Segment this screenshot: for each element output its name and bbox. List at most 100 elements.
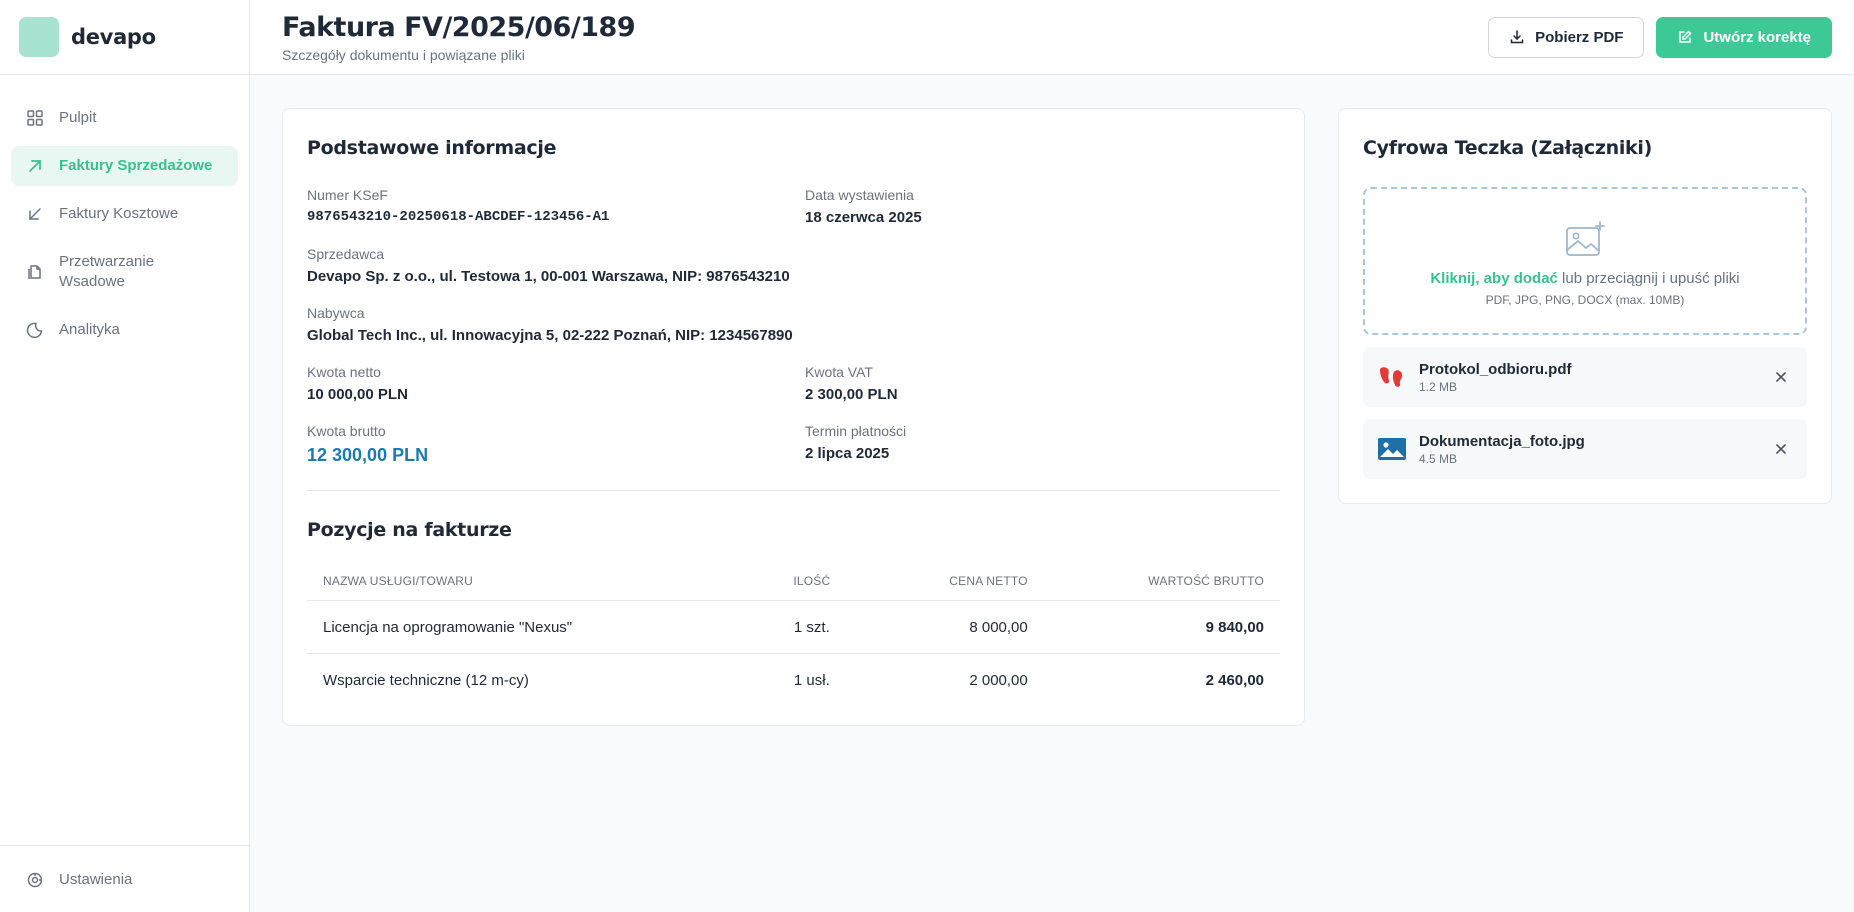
file-meta: Dokumentacja_foto.jpg 4.5 MB: [1419, 433, 1771, 466]
edit-icon: [1677, 29, 1693, 45]
due-date: 2 lipca 2025: [805, 445, 890, 462]
attachments-card: Cyfrowa Teczka (Załączniki) Kliknij, aby…: [1338, 108, 1832, 504]
sidebar-item-label: Faktury Kosztowe: [59, 205, 179, 222]
grid-icon: [26, 109, 44, 127]
column-header-net: Cena netto: [867, 565, 1044, 601]
field-vat: Kwota VAT 2 300,00 PLN: [805, 364, 1280, 403]
info-title: Podstawowe informacje: [307, 137, 557, 159]
chart-pie-icon: [26, 321, 44, 339]
brand[interactable]: devapo: [0, 0, 249, 75]
page-header: Faktura FV/2025/06/189 Szczegóły dokumen…: [250, 0, 1854, 75]
issue-date: 18 czerwca 2025: [805, 209, 922, 226]
sidebar-item-ustawienia[interactable]: Ustawienia: [11, 860, 238, 900]
field-net: Kwota netto 10 000,00 PLN: [307, 364, 805, 403]
table-row: Licencja na oprogramowanie "Nexus" 1 szt…: [307, 601, 1280, 654]
drop-text: Kliknij, aby dodać lub przeciągnij i upu…: [1430, 270, 1739, 287]
field-label: Numer KSeF: [307, 187, 388, 203]
field-label: Kwota netto: [307, 364, 381, 380]
field-label: Termin płatności: [805, 423, 907, 439]
invoice-info-card: Podstawowe informacje Numer KSeF 9876543…: [282, 108, 1305, 726]
file-name: Dokumentacja_foto.jpg: [1419, 432, 1585, 450]
download-icon: [1509, 29, 1525, 45]
brand-name: devapo: [71, 25, 156, 49]
remove-file-button[interactable]: [1771, 367, 1791, 387]
field-gross: Kwota brutto 12 300,00 PLN: [307, 423, 805, 466]
arrow-down-left-icon: [26, 205, 44, 223]
info-grid: Numer KSeF 9876543210-20250618-ABCDEF-12…: [307, 187, 1280, 466]
sidebar-item-label: Ustawienia: [59, 871, 133, 888]
create-correction-button[interactable]: Utwórz korektę: [1656, 16, 1832, 58]
item-name: Licencja na oprogramowanie "Nexus": [323, 618, 573, 636]
content: Podstawowe informacje Numer KSeF 9876543…: [250, 75, 1854, 726]
file-size: 4.5 MB: [1419, 451, 1458, 466]
field-seller: Sprzedawca Devapo Sp. z o.o., ul. Testow…: [307, 246, 1280, 285]
add-file-link[interactable]: Kliknij, aby dodać: [1430, 270, 1558, 287]
sidebar-item-faktury-kosztowe[interactable]: Faktury Kosztowe: [11, 194, 238, 234]
download-pdf-button[interactable]: Pobierz PDF: [1488, 16, 1645, 58]
items-title: Pozycje na fakturze: [307, 519, 512, 541]
file-size: 1.2 MB: [1419, 379, 1458, 394]
table-header-row: Nazwa usługi/towaru Ilość Cena netto War…: [307, 565, 1280, 601]
header-actions: Pobierz PDF Utwórz korektę: [1488, 16, 1832, 58]
field-label: Nabywca: [307, 305, 365, 321]
field-label: Kwota VAT: [805, 364, 873, 380]
vat-amount: 2 300,00 PLN: [805, 386, 898, 403]
file-name: Protokol_odbioru.pdf: [1419, 360, 1572, 378]
column-header-gross: Wartość brutto: [1043, 565, 1280, 601]
field-due-date: Termin płatności 2 lipca 2025: [805, 423, 1280, 466]
attachments-title: Cyfrowa Teczka (Załączniki): [1363, 137, 1652, 159]
item-qty: 1 usł.: [756, 653, 868, 707]
file-meta: Protokol_odbioru.pdf 1.2 MB: [1419, 361, 1771, 394]
divider: [307, 490, 1280, 491]
image-add-icon: [1564, 220, 1606, 258]
seller-value: Devapo Sp. z o.o., ul. Testowa 1, 00-001…: [307, 268, 790, 285]
page-subtitle: Szczegóły dokumentu i powiązane pliki: [282, 46, 525, 63]
drop-instruction: lub przeciągnij i upuść pliki: [1557, 269, 1740, 287]
pdf-icon: [1377, 364, 1407, 390]
title-block: Faktura FV/2025/06/189 Szczegóły dokumen…: [282, 11, 636, 63]
image-icon: [1377, 436, 1407, 462]
app-root: devapo Pulpit Faktury Sprzedażowe Faktur…: [0, 0, 1854, 912]
table-row: Wsparcie techniczne (12 m-cy) 1 usł. 2 0…: [307, 653, 1280, 707]
sidebar: devapo Pulpit Faktury Sprzedażowe Faktur…: [0, 0, 250, 912]
create-correction-label: Utwórz korektę: [1703, 28, 1811, 46]
field-issue-date: Data wystawienia 18 czerwca 2025: [805, 187, 1280, 226]
column-header-name: Nazwa usługi/towaru: [307, 565, 757, 601]
sidebar-footer: Ustawienia: [0, 845, 249, 912]
main: Faktura FV/2025/06/189 Szczegóły dokumen…: [250, 0, 1854, 912]
sidebar-nav: Pulpit Faktury Sprzedażowe Faktury Koszt…: [0, 75, 249, 845]
file-item[interactable]: Protokol_odbioru.pdf 1.2 MB: [1363, 347, 1807, 407]
item-name: Wsparcie techniczne (12 m-cy): [307, 653, 757, 707]
sidebar-item-label: Pulpit: [59, 109, 97, 126]
field-buyer: Nabywca Global Tech Inc., ul. Innowacyjn…: [307, 305, 1280, 344]
sidebar-item-analityka[interactable]: Analityka: [11, 310, 238, 350]
field-label: Data wystawienia: [805, 187, 914, 203]
buyer-value: Global Tech Inc., ul. Innowacyjna 5, 02-…: [307, 327, 793, 344]
sidebar-item-label: Faktury Sprzedażowe: [59, 157, 213, 174]
files-icon: [26, 263, 44, 281]
item-gross: 9 840,00: [1205, 618, 1264, 636]
field-ksef: Numer KSeF 9876543210-20250618-ABCDEF-12…: [307, 187, 805, 226]
sidebar-item-label: Analityka: [59, 321, 120, 338]
item-net: 8 000,00: [969, 618, 1028, 636]
sidebar-item-pulpit[interactable]: Pulpit: [11, 98, 238, 138]
file-dropzone[interactable]: Kliknij, aby dodać lub przeciągnij i upu…: [1363, 187, 1807, 335]
field-label: Kwota brutto: [307, 423, 386, 439]
item-net: 2 000,00: [867, 653, 1044, 707]
column-header-qty: Ilość: [756, 565, 868, 601]
file-item[interactable]: Dokumentacja_foto.jpg 4.5 MB: [1363, 419, 1807, 479]
ksef-number: 9876543210-20250618-ABCDEF-123456-A1: [307, 209, 610, 225]
item-qty: 1 szt.: [793, 618, 830, 636]
settings-icon: [26, 871, 44, 889]
sidebar-item-faktury-sprzedazowe[interactable]: Faktury Sprzedażowe: [11, 146, 238, 186]
items-table: Nazwa usługi/towaru Ilość Cena netto War…: [307, 565, 1280, 707]
net-amount: 10 000,00 PLN: [307, 386, 408, 403]
arrow-up-right-icon: [26, 157, 44, 175]
field-label: Sprzedawca: [307, 246, 385, 262]
page-title: Faktura FV/2025/06/189: [282, 11, 636, 43]
sidebar-item-przetwarzanie-wsadowe[interactable]: Przetwarzanie Wsadowe: [11, 242, 238, 302]
remove-file-button[interactable]: [1771, 439, 1791, 459]
item-gross: 2 460,00: [1043, 653, 1280, 707]
drop-hint: PDF, JPG, PNG, DOCX (max. 10MB): [1485, 292, 1685, 307]
sidebar-item-label: Przetwarzanie Wsadowe: [59, 253, 155, 290]
